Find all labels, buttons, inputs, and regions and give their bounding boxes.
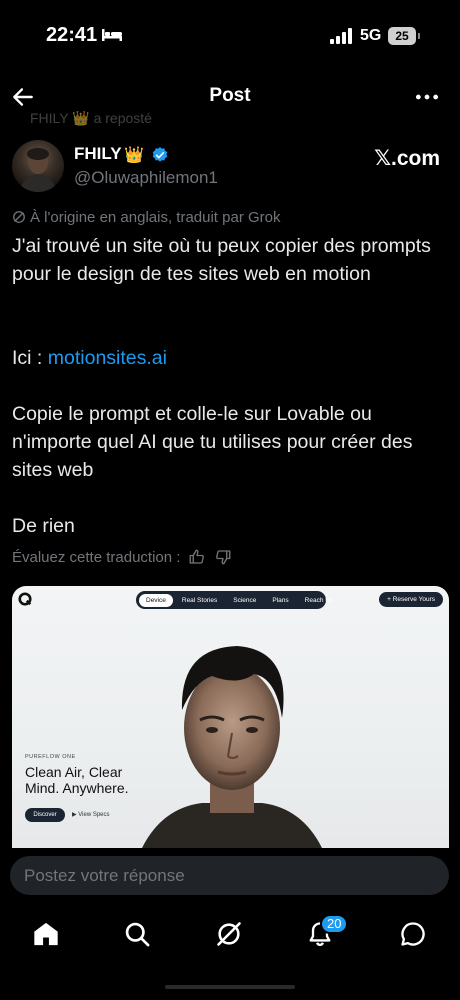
site-nav-real-stories: Real Stories [181, 596, 218, 604]
battery-tip [418, 33, 420, 39]
translation-note-text: À l'origine en anglais, traduit par Grok [30, 209, 281, 226]
translation-note: À l'origine en anglais, traduit par Grok [12, 209, 281, 226]
post-paragraph-2: Ici : motionsites.ai [12, 344, 448, 372]
site-logo-icon [18, 592, 32, 606]
site-discover-button: Discover [25, 808, 65, 822]
site-nav-reach-us: Reach Us [304, 596, 334, 604]
battery-icon: 25 [388, 27, 416, 45]
sleep-focus-icon [102, 29, 122, 41]
search-icon[interactable] [123, 920, 151, 948]
home-indicator [165, 985, 295, 989]
post-paragraph-1: J'ai trouvé un site où tu peux copier de… [12, 235, 431, 285]
rate-translation-label: Évaluez cette traduction : [12, 548, 181, 566]
rate-translation: Évaluez cette traduction : [12, 548, 232, 566]
link-prefix: Ici : [12, 347, 48, 369]
more-options-icon[interactable] [414, 84, 440, 110]
page-title: Post [209, 85, 251, 106]
messages-icon[interactable] [399, 920, 427, 948]
signal-icon [330, 28, 352, 44]
bottom-tab-bar: 20 [0, 908, 460, 968]
grok-icon[interactable] [215, 920, 243, 948]
thumbs-up-icon[interactable] [188, 548, 206, 566]
reply-input[interactable]: Postez votre réponse [10, 856, 449, 895]
post-paragraph-4: De rien [12, 515, 75, 537]
portrait-illustration [142, 646, 322, 848]
post-link[interactable]: motionsites.ai [48, 347, 167, 369]
site-nav: Device Real Stories Science Plans Reach … [136, 591, 333, 609]
notification-count-badge: 20 [320, 914, 349, 934]
reply-placeholder: Postez votre réponse [24, 866, 185, 885]
home-icon[interactable] [32, 920, 60, 948]
site-eyebrow: PUREFLOW ONE [25, 754, 76, 760]
site-nav-plans: Plans [272, 596, 289, 604]
crown-icon: 👑 [124, 147, 144, 164]
avatar-portrait-icon [20, 148, 56, 192]
x-com-watermark: 𝕏.com [374, 147, 440, 170]
network-type: 5G [360, 27, 382, 44]
site-headline: Clean Air, Clear Mind. Anywhere. [25, 764, 129, 796]
status-time: 22:41 [46, 24, 98, 46]
site-nav-device: Device [139, 593, 173, 607]
post-paragraph-3: Copie le prompt et colle-le sur Lovable … [12, 403, 413, 481]
site-nav-science: Science [233, 596, 257, 604]
author-name[interactable]: FHILY [74, 144, 122, 164]
site-reserve-button: + Reserve Yours [379, 592, 443, 607]
grok-icon [13, 211, 25, 223]
status-bar: 22:41 5G 25 [0, 0, 460, 76]
site-view-specs: ▶ View Specs [72, 812, 110, 818]
author-handle[interactable]: @Oluwaphilemon1 [74, 168, 218, 188]
avatar[interactable] [12, 140, 64, 192]
repost-label: FHILY 👑 a reposté [30, 110, 152, 126]
post-media-image[interactable]: Device Real Stories Science Plans Reach … [12, 586, 449, 848]
verified-badge-icon [152, 147, 168, 162]
thumbs-down-icon[interactable] [214, 548, 232, 566]
